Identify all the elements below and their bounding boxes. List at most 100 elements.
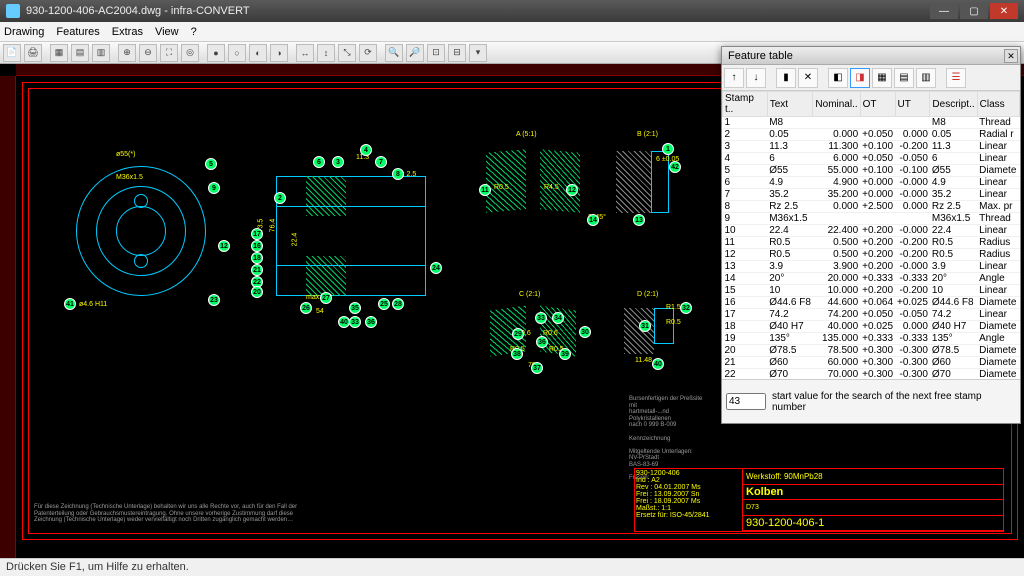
stamp-balloon[interactable]: 37 bbox=[531, 362, 543, 374]
toolbar-stamp-add[interactable]: ● bbox=[207, 44, 225, 62]
toolbar-zoomprev[interactable]: ⊟ bbox=[448, 44, 466, 62]
column-header[interactable]: Stamp t.. bbox=[723, 92, 768, 117]
stamp-balloon[interactable]: 36 bbox=[536, 336, 548, 348]
toolbar-window2[interactable]: ▤ bbox=[71, 44, 89, 62]
stamp-balloon[interactable]: 41 bbox=[64, 298, 76, 310]
table-row[interactable]: 19135°135.000+0.333-0.333135°Angle bbox=[723, 333, 1020, 345]
stamp-balloon[interactable]: 34 bbox=[552, 312, 564, 324]
stamp-start-input[interactable] bbox=[726, 393, 766, 410]
toolbar-new[interactable]: 📄 bbox=[3, 44, 21, 62]
stamp-balloon[interactable]: 32 bbox=[680, 302, 692, 314]
toolbar-refresh[interactable]: ⟳ bbox=[359, 44, 377, 62]
stamp-balloon[interactable]: 27 bbox=[320, 292, 332, 304]
stamp-balloon[interactable]: 38 bbox=[511, 348, 523, 360]
table-row[interactable]: 1420°20.000+0.333-0.33320°Angle bbox=[723, 273, 1020, 285]
stamp-balloon[interactable]: 1 bbox=[662, 143, 674, 155]
stamp-balloon[interactable]: 30 bbox=[579, 326, 591, 338]
toolbar-measure1[interactable]: ↔ bbox=[296, 44, 314, 62]
stamp-balloon[interactable]: 16 bbox=[251, 240, 263, 252]
stamp-balloon[interactable]: 4 bbox=[360, 144, 372, 156]
toolbar-measure2[interactable]: ↕ bbox=[317, 44, 335, 62]
stamp-balloon[interactable]: 36 bbox=[365, 316, 377, 328]
toolbar-zoom2[interactable]: 🔎 bbox=[406, 44, 424, 62]
stamp-balloon[interactable]: 9 bbox=[208, 182, 220, 194]
table-row[interactable]: 64.94.900+0.000-0.0004.9Linear bbox=[723, 177, 1020, 189]
panel-tool-filt2[interactable]: ◨ bbox=[850, 68, 870, 88]
minimize-button[interactable]: — bbox=[930, 3, 958, 19]
table-row[interactable]: 22Ø7070.000+0.300-0.300Ø70Diamete bbox=[723, 369, 1020, 380]
toolbar-zoomin[interactable]: ⊕ bbox=[118, 44, 136, 62]
stamp-balloon[interactable]: 25 bbox=[378, 298, 390, 310]
stamp-balloon[interactable]: 3 bbox=[332, 156, 344, 168]
column-header[interactable]: Text bbox=[767, 92, 813, 117]
toolbar-zoomall[interactable]: ⊡ bbox=[427, 44, 445, 62]
column-header[interactable]: Nominal.. bbox=[813, 92, 860, 117]
table-row[interactable]: 151010.000+0.200-0.20010Linear bbox=[723, 285, 1020, 297]
column-header[interactable]: OT bbox=[860, 92, 895, 117]
stamp-balloon[interactable]: 39 bbox=[559, 348, 571, 360]
table-row[interactable]: 8Rz 2.50.000+2.5000.000Rz 2.5Max. pr bbox=[723, 201, 1020, 213]
table-row[interactable]: 20.050.000+0.0500.0000.05Radial r bbox=[723, 129, 1020, 141]
stamp-balloon[interactable]: 5 bbox=[205, 158, 217, 170]
panel-tool-up[interactable]: ↑ bbox=[724, 68, 744, 88]
panel-tool-down[interactable]: ↓ bbox=[746, 68, 766, 88]
stamp-balloon[interactable]: 12 bbox=[566, 184, 578, 196]
table-row[interactable]: 18Ø40 H740.000+0.0250.000Ø40 H7Diamete bbox=[723, 321, 1020, 333]
stamp-balloon[interactable]: 35 bbox=[349, 302, 361, 314]
panel-tool-props[interactable]: ☰ bbox=[946, 68, 966, 88]
table-row[interactable]: 20Ø78.578.500+0.300-0.300Ø78.5Diamete bbox=[723, 345, 1020, 357]
menu-extras[interactable]: Extras bbox=[112, 26, 143, 38]
menu-features[interactable]: Features bbox=[56, 26, 99, 38]
menu-view[interactable]: View bbox=[155, 26, 179, 38]
table-row[interactable]: 133.93.900+0.200-0.0003.9Linear bbox=[723, 261, 1020, 273]
toolbar-zoom1[interactable]: 🔍 bbox=[385, 44, 403, 62]
toolbar-open[interactable]: 🖨 bbox=[24, 44, 42, 62]
table-row[interactable]: 9M36x1.5M36x1.5Thread bbox=[723, 213, 1020, 225]
feature-table-titlebar[interactable]: Feature table ✕ bbox=[722, 47, 1020, 65]
stamp-balloon[interactable]: 13 bbox=[633, 214, 645, 226]
stamp-balloon[interactable]: 6 bbox=[313, 156, 325, 168]
toolbar-more[interactable]: ▾ bbox=[469, 44, 487, 62]
panel-tool-cols[interactable]: ▥ bbox=[916, 68, 936, 88]
stamp-balloon[interactable]: 8 bbox=[392, 168, 404, 180]
panel-tool-filt1[interactable]: ◧ bbox=[828, 68, 848, 88]
table-row[interactable]: 1M8M8Thread bbox=[723, 117, 1020, 129]
stamp-balloon[interactable]: 20 bbox=[251, 286, 263, 298]
stamp-balloon[interactable]: 33 bbox=[349, 316, 361, 328]
stamp-balloon[interactable]: 18 bbox=[251, 252, 263, 264]
toolbar-zoomlayer[interactable]: ◎ bbox=[181, 44, 199, 62]
table-row[interactable]: 16Ø44.6 F844.600+0.064+0.025Ø44.6 F8Diam… bbox=[723, 297, 1020, 309]
table-row[interactable]: 5Ø5555.000+0.100-0.100Ø55Diamete bbox=[723, 165, 1020, 177]
stamp-balloon[interactable]: 17 bbox=[251, 228, 263, 240]
table-row[interactable]: 1022.422.400+0.200-0.00022.4Linear bbox=[723, 225, 1020, 237]
toolbar-window1[interactable]: ▦ bbox=[50, 44, 68, 62]
table-row[interactable]: 735.235.200+0.000-0.00035.2Linear bbox=[723, 189, 1020, 201]
column-header[interactable]: UT bbox=[895, 92, 930, 117]
column-header[interactable]: Class bbox=[977, 92, 1019, 117]
menu-drawing[interactable]: Drawing bbox=[4, 26, 44, 38]
stamp-balloon[interactable]: 24 bbox=[430, 262, 442, 274]
stamp-balloon[interactable]: 11 bbox=[479, 184, 491, 196]
stamp-balloon[interactable]: 29 bbox=[512, 328, 524, 340]
stamp-balloon[interactable]: 14 bbox=[587, 214, 599, 226]
toolbar-stamp-rm[interactable]: ○ bbox=[228, 44, 246, 62]
panel-tool-delall[interactable]: ✕ bbox=[798, 68, 818, 88]
toolbar-zoomout[interactable]: ⊖ bbox=[139, 44, 157, 62]
column-header[interactable]: Descript.. bbox=[930, 92, 977, 117]
toolbar-stamp-hide[interactable]: ◑ bbox=[270, 44, 288, 62]
stamp-balloon[interactable]: 7 bbox=[375, 156, 387, 168]
feature-table-close[interactable]: ✕ bbox=[1004, 49, 1018, 63]
table-row[interactable]: 21Ø6060.000+0.300-0.300Ø60Diamete bbox=[723, 357, 1020, 369]
toolbar-zoomfit[interactable]: ⛶ bbox=[160, 44, 178, 62]
stamp-balloon[interactable]: 40 bbox=[338, 316, 350, 328]
toolbar-window3[interactable]: ▥ bbox=[92, 44, 110, 62]
toolbar-stamp-ren[interactable]: ◐ bbox=[249, 44, 267, 62]
panel-tool-filt4[interactable]: ▤ bbox=[894, 68, 914, 88]
stamp-balloon[interactable]: 40 bbox=[652, 358, 664, 370]
feature-table-grid[interactable]: Stamp t..TextNominal..OTUTDescript..Clas… bbox=[722, 91, 1020, 379]
maximize-button[interactable]: ▢ bbox=[960, 3, 988, 19]
table-row[interactable]: 311.311.300+0.100-0.20011.3Linear bbox=[723, 141, 1020, 153]
table-row[interactable]: 11R0.50.500+0.200-0.200R0.5Radius bbox=[723, 237, 1020, 249]
menu-help[interactable]: ? bbox=[191, 26, 197, 38]
stamp-balloon[interactable]: 26 bbox=[300, 302, 312, 314]
